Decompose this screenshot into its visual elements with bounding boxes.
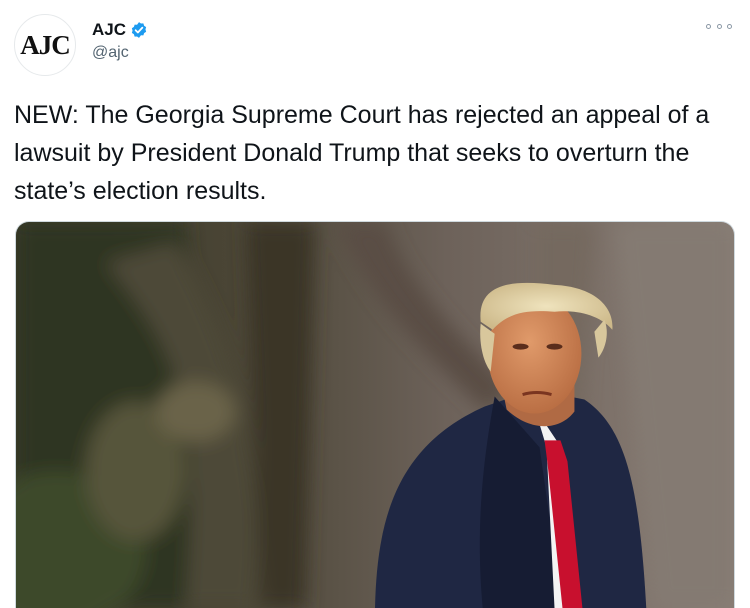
avatar[interactable]: AJC: [14, 14, 76, 76]
more-options-icon[interactable]: [706, 18, 732, 34]
verified-badge-icon: [131, 22, 147, 38]
tweet-photo[interactable]: [15, 221, 735, 608]
photo-illustration: [16, 222, 734, 608]
author-handle[interactable]: @ajc: [92, 44, 129, 62]
tweet-text: NEW: The Georgia Supreme Court has rejec…: [14, 101, 710, 205]
avatar-logo-text: AJC: [20, 29, 70, 60]
more-dot: [727, 23, 732, 29]
author-name-row[interactable]: AJC: [92, 20, 148, 40]
display-name[interactable]: AJC: [92, 20, 126, 40]
tweet-card: AJC AJC @ajc NEW: The Georgia Supreme Co…: [0, 0, 750, 608]
more-dot: [706, 23, 711, 29]
more-dot: [716, 23, 722, 29]
